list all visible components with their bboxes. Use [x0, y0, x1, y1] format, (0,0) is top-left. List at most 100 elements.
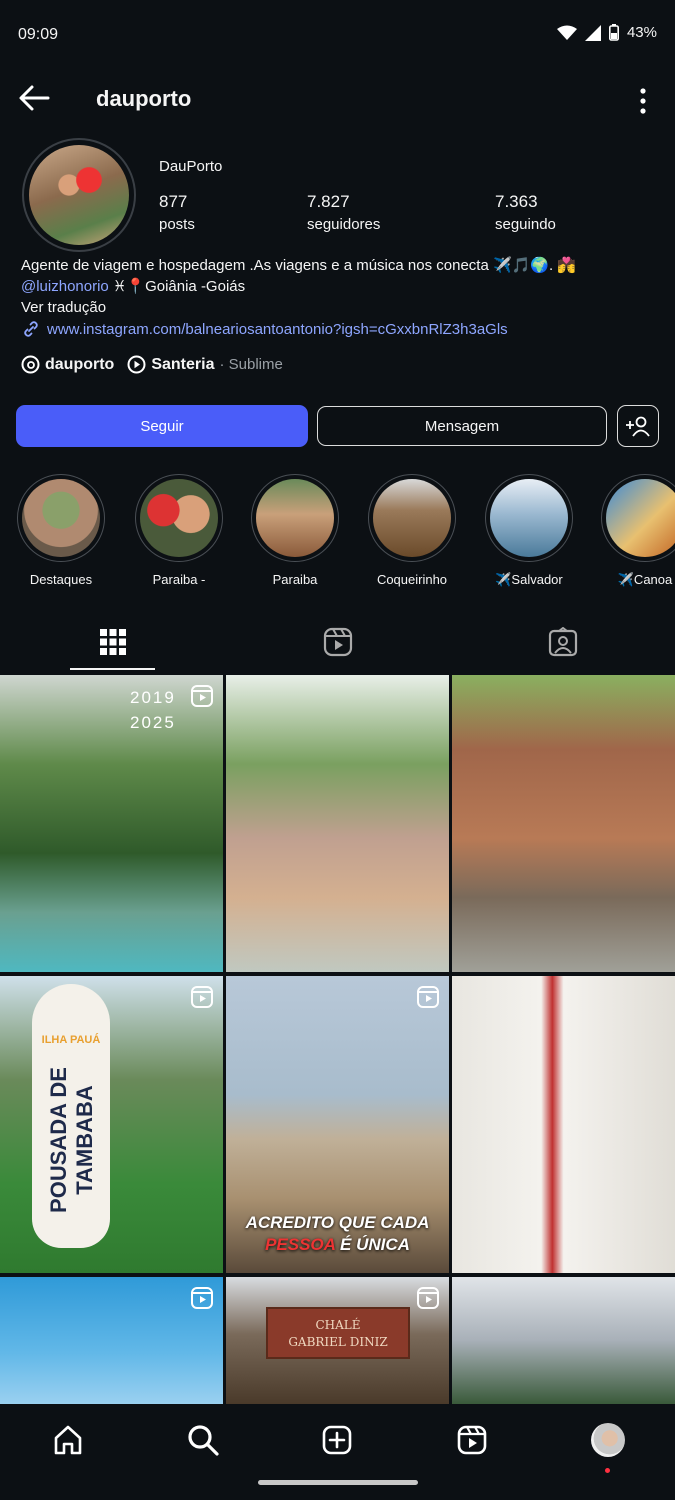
stat-followers-label: seguidores: [307, 216, 381, 233]
bio-line-2: @luizhonorio ♓📍Goiânia -Goiás: [21, 276, 661, 297]
bio-mention-link[interactable]: @luizhonorio: [21, 278, 109, 295]
highlight-destaques[interactable]: Destaques: [6, 474, 116, 587]
reels-icon: [323, 627, 352, 657]
status-bar: 09:09 43%: [0, 0, 675, 72]
profile-avatar[interactable]: [22, 138, 136, 252]
display-name: DauPorto: [159, 158, 223, 175]
bio-link[interactable]: www.instagram.com/balneariosantoantonio?…: [21, 319, 508, 339]
reels-icon: [457, 1425, 487, 1455]
highlight-label: Paraiba -: [152, 572, 206, 587]
post-caption-overlay: ACREDITO QUE CADA PESSOA É ÚNICA: [226, 1212, 449, 1256]
threads-handle: dauporto: [45, 355, 115, 373]
highlight-cover: [606, 479, 675, 557]
notification-dot: [605, 1468, 610, 1473]
status-time: 09:09: [18, 26, 59, 43]
highlight-label: ✈️Salvador: [495, 572, 563, 587]
highlight-cover: [490, 479, 568, 557]
surfboard-sign: ILHA PAUÁ POUSADA DE TAMBABA: [32, 984, 110, 1248]
stat-followers-value: 7.827: [307, 192, 350, 211]
nav-search[interactable]: [183, 1420, 223, 1460]
bottom-navigation: [0, 1404, 675, 1500]
post-tile-4[interactable]: ILHA PAUÁ POUSADA DE TAMBABA: [0, 976, 223, 1273]
highlight-cover: [373, 479, 451, 557]
post-tile-5[interactable]: ACREDITO QUE CADA PESSOA É ÚNICA: [226, 976, 449, 1273]
caption-highlight: PESSOA: [265, 1235, 336, 1254]
nav-home[interactable]: [48, 1420, 88, 1460]
highlight-coqueirinho[interactable]: Coqueirinho: [357, 474, 467, 587]
post-overlay-years: 2019 2025: [130, 685, 176, 735]
post-tile-6[interactable]: [452, 976, 675, 1273]
suggest-users-button[interactable]: [617, 405, 659, 447]
stat-posts-label: posts: [159, 216, 195, 233]
translate-link[interactable]: Ver tradução: [21, 297, 661, 318]
highlight-label: Paraiba: [272, 572, 318, 587]
post-tile-7[interactable]: [0, 1277, 223, 1404]
music-badge[interactable]: Santeria · Sublime: [127, 355, 283, 374]
stat-posts-value: 877: [159, 192, 188, 211]
tagged-user-icon: [548, 627, 577, 657]
page-title: dauporto: [96, 86, 192, 111]
stat-posts[interactable]: 877 posts: [159, 190, 195, 236]
wifi-icon: [556, 25, 577, 40]
chale-sign: CHALÉ GABRIEL DINIZ: [266, 1307, 410, 1359]
stat-followers[interactable]: 7.827 seguidores: [307, 190, 380, 236]
sign-line-1: CHALÉ: [315, 1318, 361, 1332]
active-tab-indicator: [70, 668, 155, 670]
search-icon: [188, 1425, 219, 1456]
stat-following-label: seguindo: [495, 216, 556, 233]
nav-reels[interactable]: [452, 1420, 492, 1460]
highlight-paraiba-1[interactable]: Paraiba -: [124, 474, 234, 587]
threads-icon: [21, 355, 40, 374]
message-button[interactable]: Mensagem: [317, 406, 607, 446]
reel-icon: [191, 685, 213, 707]
highlight-cover: [140, 479, 218, 557]
nav-profile-avatar: [591, 1423, 625, 1457]
back-button[interactable]: [18, 84, 58, 118]
stat-following[interactable]: 7.363 seguindo: [495, 190, 556, 236]
threads-badge[interactable]: dauporto: [21, 355, 114, 374]
more-options-button[interactable]: [637, 86, 649, 116]
highlight-paraiba-2[interactable]: Paraiba: [240, 474, 350, 587]
highlight-canoa[interactable]: ✈️Canoa: [590, 474, 675, 588]
reel-icon: [417, 1287, 439, 1309]
profile-header: dauporto: [0, 72, 675, 130]
surfboard-main-text: POUSADA DE TAMBABA: [46, 1067, 97, 1213]
tab-tagged[interactable]: [450, 612, 675, 672]
tab-posts-grid[interactable]: [0, 612, 225, 672]
reel-icon: [191, 986, 213, 1008]
highlight-cover: [256, 479, 334, 557]
highlight-label: ✈️Canoa: [617, 572, 673, 587]
play-circle-icon: [127, 355, 146, 374]
music-title: Santeria: [151, 355, 215, 373]
link-icon: [24, 321, 38, 337]
bio-location: ♓📍Goiânia -Goiás: [108, 278, 246, 295]
post-tile-9[interactable]: [452, 1277, 675, 1404]
post-tile-2[interactable]: [226, 675, 449, 972]
threads-music-row: dauporto Santeria · Sublime: [21, 355, 283, 374]
bio-line-1: Agente de viagem e hospedagem .As viagen…: [21, 257, 576, 274]
home-icon: [54, 1425, 82, 1455]
bio: Agente de viagem e hospedagem .As viagen…: [21, 255, 661, 318]
sign-line-2: GABRIEL DINIZ: [288, 1335, 388, 1349]
add-user-icon: [626, 416, 650, 437]
stat-following-value: 7.363: [495, 192, 538, 211]
post-tile-8[interactable]: CHALÉ GABRIEL DINIZ: [226, 1277, 449, 1404]
caption-rest: É ÚNICA: [335, 1235, 410, 1254]
signal-icon: [584, 24, 601, 41]
post-tile-1[interactable]: 2019 2025: [0, 675, 223, 972]
bio-link-text: www.instagram.com/balneariosantoantonio?…: [47, 320, 508, 338]
caption-line-1: ACREDITO QUE CADA: [245, 1213, 430, 1232]
reel-icon: [191, 1287, 213, 1309]
nav-profile[interactable]: [588, 1420, 628, 1473]
post-tile-3[interactable]: [452, 675, 675, 972]
tab-reels[interactable]: [225, 612, 450, 672]
gesture-home-bar: [258, 1480, 418, 1485]
nav-create[interactable]: [317, 1420, 357, 1460]
follow-button[interactable]: Seguir: [16, 405, 308, 447]
grid-icon: [99, 629, 126, 655]
battery-percent: 43%: [626, 24, 657, 41]
highlight-salvador[interactable]: ✈️Salvador: [474, 474, 584, 588]
overlay-year-end: 2025: [130, 713, 176, 732]
caption-line-2: PESSOA É ÚNICA: [226, 1234, 449, 1256]
highlight-cover: [22, 479, 100, 557]
